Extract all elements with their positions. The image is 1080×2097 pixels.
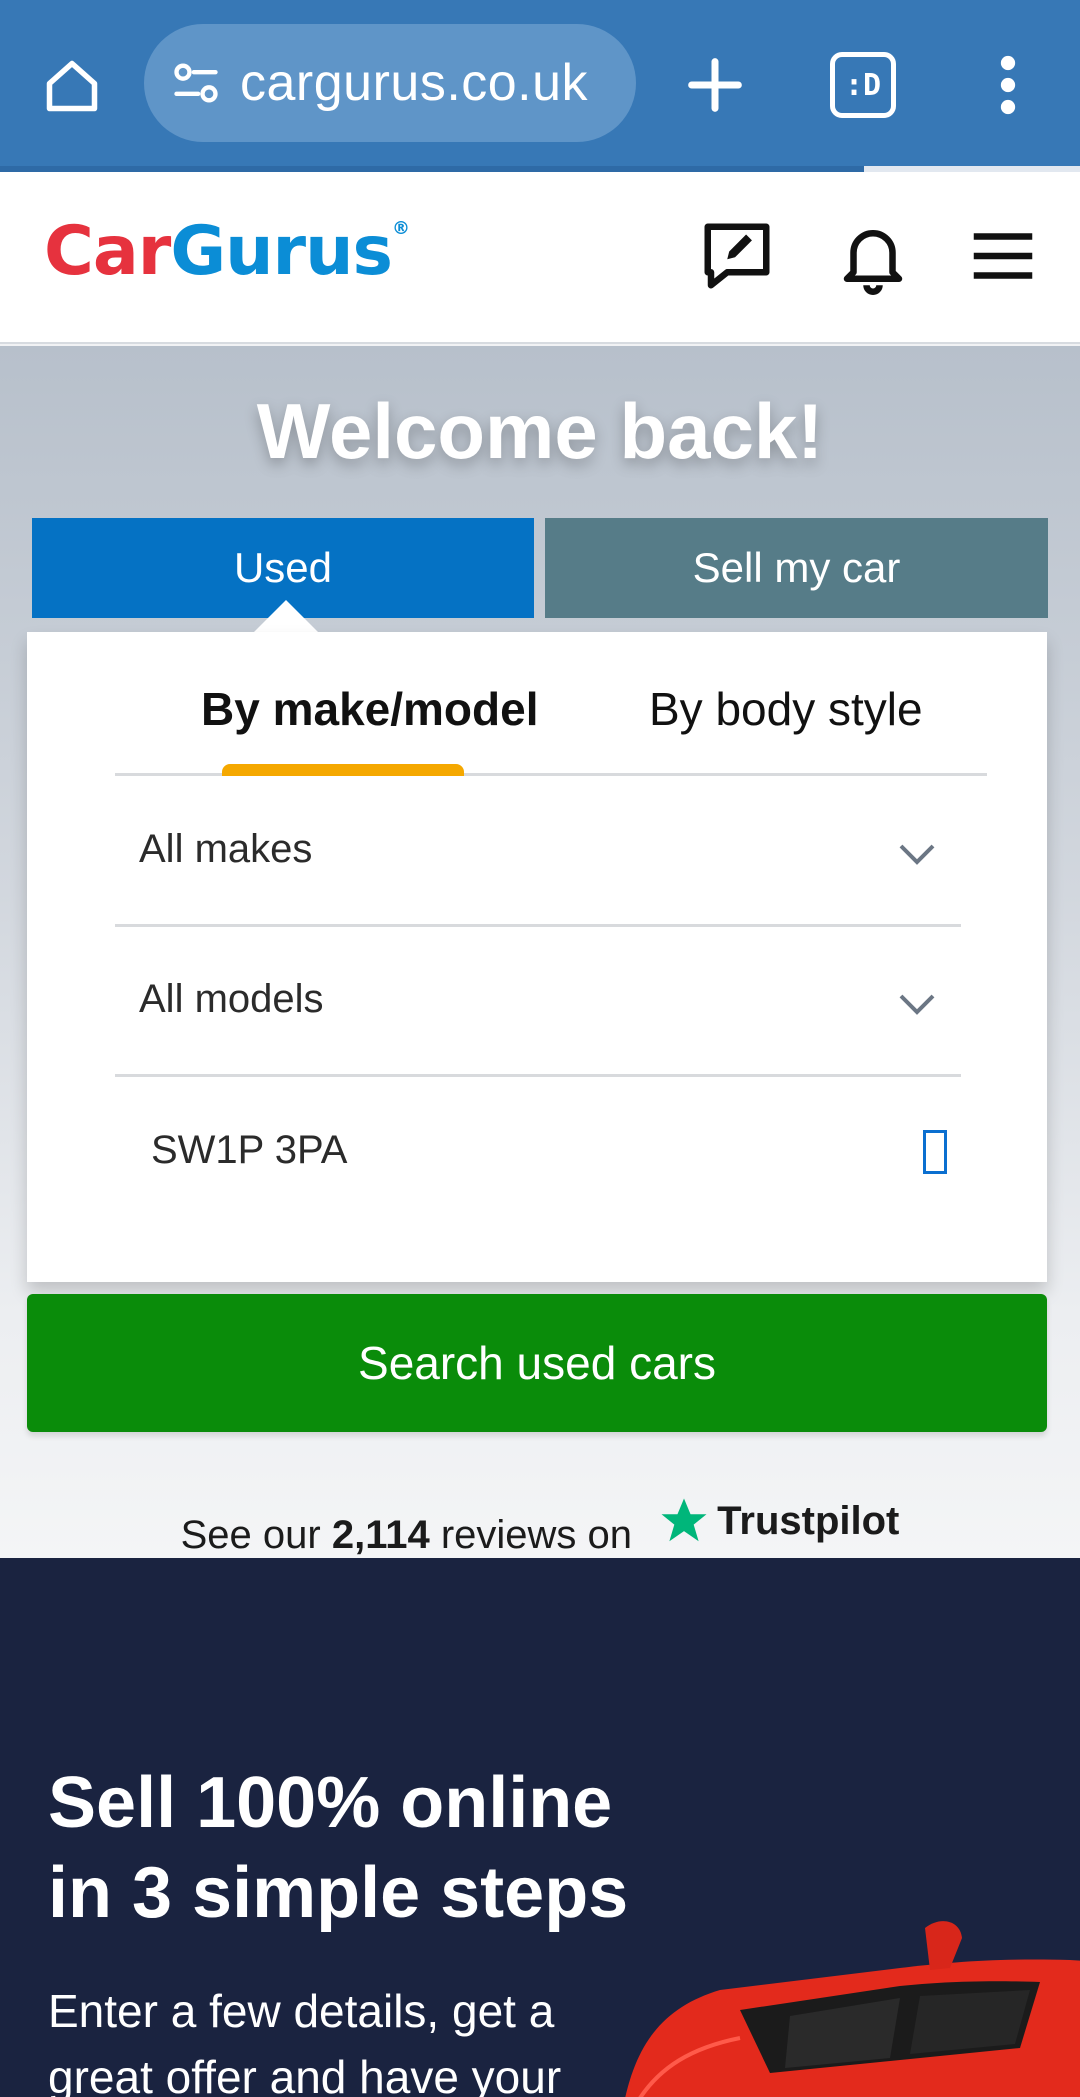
cargurus-logo[interactable]: CarGurus® xyxy=(44,212,410,291)
tab-sell-my-car[interactable]: Sell my car xyxy=(545,518,1048,618)
red-car-image xyxy=(625,1921,1080,2097)
search-card: By make/model By body style All makes Al… xyxy=(27,632,1047,1282)
logo-registered-mark: ® xyxy=(391,218,410,239)
subtab-by-body-style[interactable]: By body style xyxy=(649,682,923,736)
menu-hamburger-icon[interactable] xyxy=(964,217,1042,295)
model-select[interactable]: All models xyxy=(115,929,961,1077)
search-button-label: Search used cars xyxy=(358,1337,716,1389)
trustpilot-brand: Trustpilot xyxy=(717,1498,900,1543)
more-options-icon[interactable] xyxy=(990,52,1026,118)
active-tab-pointer xyxy=(252,600,320,634)
promo-description: Enter a few details, get a great offer a… xyxy=(48,1978,561,2097)
tab-used[interactable]: Used xyxy=(32,518,534,634)
promo-title-line-1: Sell 100% online xyxy=(48,1763,613,1843)
promo-title-line-2: in 3 simple steps xyxy=(48,1853,629,1933)
trustpilot-logo: Trustpilot xyxy=(657,1494,899,1548)
promo-text-line-1: Enter a few details, get a xyxy=(48,1985,555,2037)
make-select[interactable]: All makes xyxy=(115,779,961,927)
address-bar[interactable]: cargurus.co.uk xyxy=(144,24,636,142)
site-settings-icon[interactable] xyxy=(170,57,222,109)
welcome-heading: Welcome back! xyxy=(256,387,824,475)
url-text: cargurus.co.uk xyxy=(240,54,589,112)
search-used-cars-button[interactable]: Search used cars xyxy=(27,1294,1047,1432)
promo-title: Sell 100% online in 3 simple steps xyxy=(48,1758,628,1938)
notifications-bell-icon[interactable] xyxy=(834,217,912,295)
tab-used-label: Used xyxy=(233,544,333,591)
location-icon[interactable] xyxy=(923,1130,947,1174)
model-select-value: All models xyxy=(139,977,324,1021)
trustpilot-review-count: 2,114 xyxy=(331,1513,430,1557)
sell-promo-section: Sell 100% online in 3 simple steps Enter… xyxy=(0,1558,1080,2097)
tab-switcher-label: :D xyxy=(844,67,882,103)
trustpilot-suffix: reviews on xyxy=(440,1513,633,1557)
feedback-icon[interactable] xyxy=(698,217,776,295)
promo-text-line-2: great offer and have your xyxy=(48,2051,562,2097)
browser-toolbar: cargurus.co.uk :D xyxy=(0,0,1080,166)
home-icon[interactable] xyxy=(36,50,108,122)
postcode-value: SW1P 3PA xyxy=(151,1128,348,1172)
subtab-by-make-model[interactable]: By make/model xyxy=(201,682,538,736)
tab-sell-label: Sell my car xyxy=(692,544,901,591)
chevron-down-icon xyxy=(899,844,935,865)
new-tab-icon[interactable] xyxy=(680,50,750,120)
site-header: CarGurus® xyxy=(0,172,1080,344)
make-select-value: All makes xyxy=(139,827,313,871)
postcode-input[interactable]: SW1P 3PA xyxy=(115,1076,961,1226)
hero-search-section: Welcome back! Used Sell my car By make/m… xyxy=(0,346,1080,1558)
trustpilot-reviews-link[interactable]: See our 2,114 reviews on Trustpilot xyxy=(0,1494,1080,1557)
search-mode-tabs: By make/model By body style xyxy=(115,632,987,776)
trustpilot-prefix: See our xyxy=(180,1513,321,1557)
tab-switcher-button[interactable]: :D xyxy=(830,52,896,118)
logo-gurus-text: Gurus xyxy=(170,212,393,291)
logo-car-text: Car xyxy=(44,212,171,291)
chevron-down-icon xyxy=(899,994,935,1015)
trustpilot-star-icon xyxy=(661,1498,707,1542)
active-subtab-underline xyxy=(222,764,464,776)
